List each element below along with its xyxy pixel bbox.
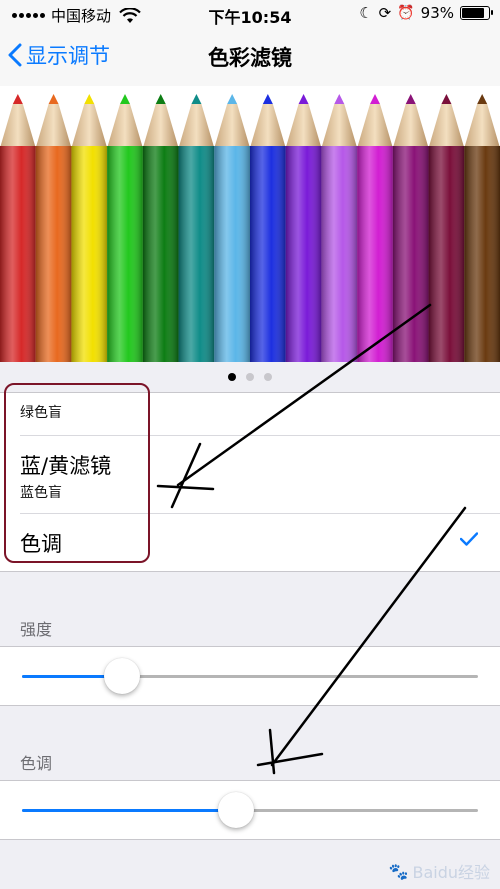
pencil [107, 94, 143, 362]
pencil [464, 94, 500, 362]
hue-slider[interactable] [22, 792, 478, 828]
color-preview[interactable] [0, 86, 500, 362]
pencil [285, 94, 322, 362]
pencil-image [0, 94, 500, 362]
page-dot[interactable] [228, 373, 236, 381]
hue-fill [22, 809, 237, 812]
page-dot[interactable] [264, 373, 272, 381]
intensity-slider[interactable] [22, 658, 478, 694]
pencil [178, 94, 215, 362]
battery-percent: 93% [420, 4, 454, 22]
battery-level [462, 8, 485, 18]
pencil [392, 94, 429, 362]
annotation-highlight-box [4, 383, 150, 563]
rotation-lock-icon: ⟳ [378, 4, 392, 22]
navigation-bar: 显示调节 色彩滤镜 [0, 28, 500, 87]
status-right: ☾ ⟳ ⏰ 93% [359, 4, 493, 22]
hue-thumb[interactable] [218, 792, 255, 828]
pencil [250, 94, 286, 362]
pencil [428, 94, 465, 362]
pencil [321, 94, 358, 362]
hue-label: 色调 [20, 754, 53, 773]
pencil [142, 94, 179, 362]
watermark: 🐾 Baidu经验 [389, 859, 490, 883]
pencil [214, 94, 250, 362]
annotation-arrowhead-lower [256, 728, 324, 775]
pencil [35, 94, 72, 362]
page-title: 色彩滤镜 [208, 46, 292, 70]
pencil [0, 94, 36, 362]
watermark-text: Baidu经验 [412, 863, 490, 882]
status-bar: 中国移动 下午10:54 ☾ ⟳ ⏰ 93% [0, 0, 500, 28]
page-dot[interactable] [246, 373, 254, 381]
battery-icon [460, 6, 493, 20]
hue-slider-cell [0, 780, 500, 840]
intensity-label: 强度 [20, 620, 53, 639]
alarm-icon: ⏰ [397, 5, 415, 21]
intensity-thumb[interactable] [104, 658, 141, 694]
pencil [71, 94, 108, 362]
pencil [357, 94, 393, 362]
intensity-slider-cell [0, 646, 500, 706]
paw-icon: 🐾 [388, 861, 409, 881]
checkmark-icon [460, 532, 478, 546]
moon-icon: ☾ [359, 4, 373, 22]
